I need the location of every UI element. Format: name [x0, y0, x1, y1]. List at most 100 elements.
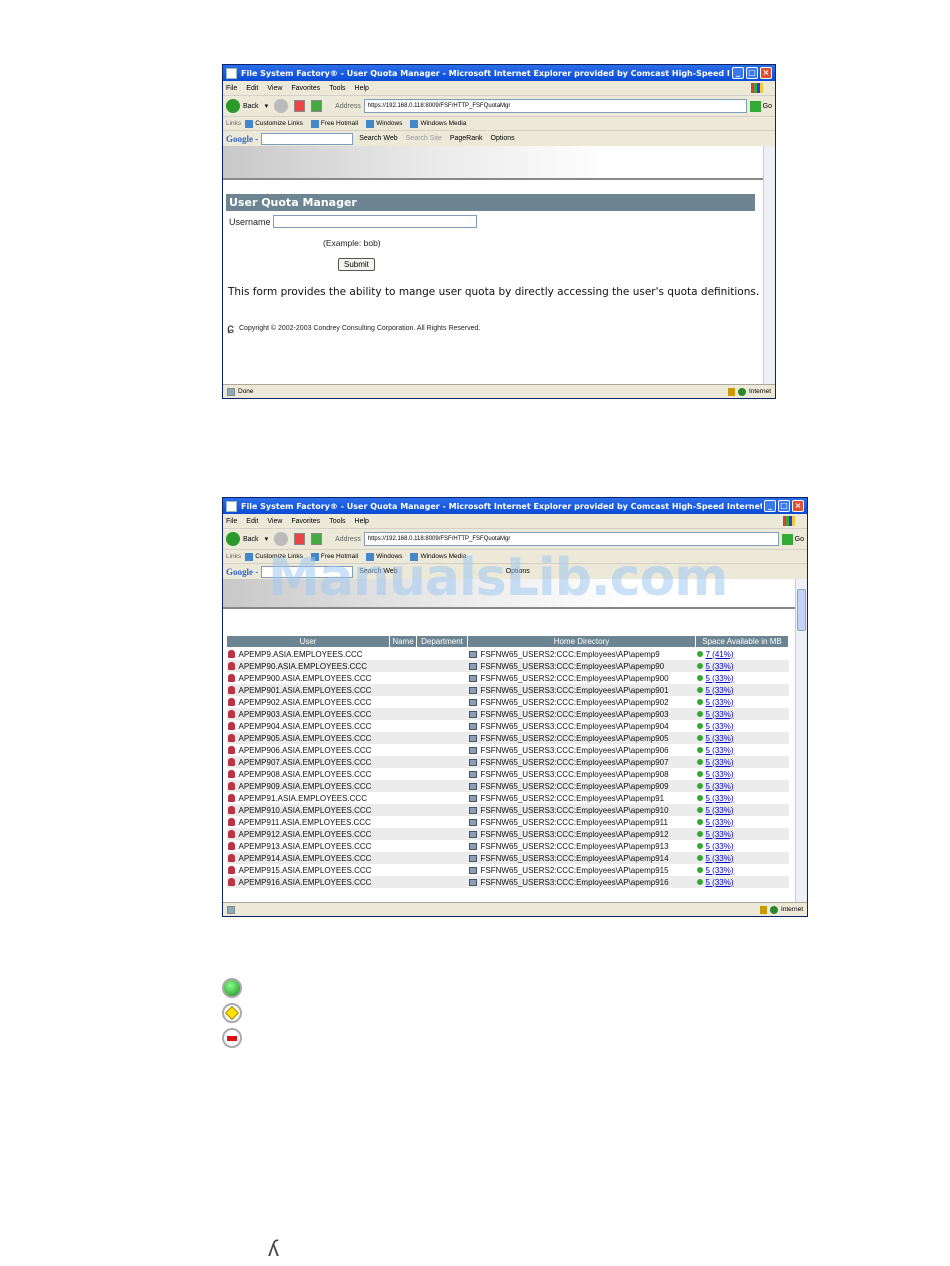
space-link[interactable]: 5 (33%)	[706, 878, 734, 887]
go-button[interactable]: Go	[795, 536, 804, 543]
cell-user[interactable]: APEMP9.ASIA.EMPLOYEES.CCC	[227, 648, 390, 661]
cell-user[interactable]: APEMP907.ASIA.EMPLOYEES.CCC	[226, 756, 390, 768]
cell-user[interactable]: APEMP911.ASIA.EMPLOYEES.CCC	[227, 816, 390, 828]
google-search-input[interactable]	[261, 565, 354, 578]
cell-user[interactable]: APEMP915.ASIA.EMPLOYEES.CCC	[227, 864, 390, 876]
cell-user[interactable]: APEMP906.ASIA.EMPLOYEES.CCC	[227, 744, 390, 756]
cell-space[interactable]: 5 (33%)	[696, 744, 789, 756]
back-arrow-icon[interactable]	[226, 99, 240, 113]
space-link[interactable]: 5 (33%)	[706, 866, 734, 875]
table-row[interactable]: APEMP914.ASIA.EMPLOYEES.CCC FSFNW65_USERS…	[226, 852, 789, 864]
maximize-button[interactable]: □	[778, 500, 790, 512]
google-search-site-button[interactable]: Search Site	[406, 135, 442, 142]
cell-space[interactable]: 5 (33%)	[695, 804, 789, 816]
space-link[interactable]: 5 (33%)	[706, 710, 734, 719]
cell-home-directory[interactable]: FSFNW65_USERS3:CCC:Employees\AP\apemp914	[467, 852, 696, 864]
table-row[interactable]: APEMP916.ASIA.EMPLOYEES.CCC FSFNW65_USERS…	[226, 876, 789, 888]
cell-home-directory[interactable]: FSFNW65_USERS2:CCC:Employees\AP\apemp915	[468, 864, 696, 876]
table-row[interactable]: APEMP91.ASIA.EMPLOYEES.CCC FSFNW65_USERS2…	[227, 792, 789, 804]
table-row[interactable]: APEMP906.ASIA.EMPLOYEES.CCC FSFNW65_USERS…	[227, 744, 789, 756]
cell-user[interactable]: APEMP914.ASIA.EMPLOYEES.CCC	[226, 852, 390, 864]
google-logo[interactable]: Google -	[226, 567, 258, 577]
cell-user[interactable]: APEMP916.ASIA.EMPLOYEES.CCC	[226, 876, 390, 888]
cell-space[interactable]: 5 (33%)	[696, 816, 789, 828]
cell-user[interactable]: APEMP910.ASIA.EMPLOYEES.CCC	[226, 804, 390, 816]
username-input[interactable]	[272, 215, 477, 228]
cell-user[interactable]: APEMP905.ASIA.EMPLOYEES.CCC	[226, 732, 390, 744]
cell-space[interactable]: 5 (33%)	[695, 852, 789, 864]
space-link[interactable]: 5 (33%)	[706, 818, 734, 827]
cell-home-directory[interactable]: FSFNW65_USERS2:CCC:Employees\AP\apemp909	[467, 780, 696, 792]
address-input[interactable]: https://192.168.0.118:8009/FSF/HTTP_FSFQ…	[363, 532, 779, 546]
space-link[interactable]: 5 (33%)	[706, 722, 734, 731]
table-row[interactable]: APEMP911.ASIA.EMPLOYEES.CCC FSFNW65_USERS…	[227, 816, 789, 828]
cell-space[interactable]: 5 (33%)	[695, 732, 789, 744]
menu-help[interactable]: Help	[355, 518, 369, 525]
title-bar[interactable]: File System Factory® - User Quota Manage…	[223, 498, 807, 514]
menu-edit[interactable]: Edit	[246, 518, 258, 525]
link-customize-links[interactable]: Customize Links	[245, 552, 303, 561]
minimize-button[interactable]: _	[732, 67, 744, 79]
space-link[interactable]: 5 (33%)	[706, 746, 734, 755]
minimize-button[interactable]: _	[764, 500, 776, 512]
cell-home-directory[interactable]: FSFNW65_USERS2:CCC:Employees\AP\apemp911	[468, 816, 696, 828]
table-row[interactable]: APEMP912.ASIA.EMPLOYEES.CCC FSFNW65_USERS…	[226, 828, 789, 840]
menu-favorites[interactable]: Favorites	[291, 518, 320, 525]
cell-home-directory[interactable]: FSFNW65_USERS2:CCC:Employees\AP\apemp903	[467, 708, 696, 720]
cell-home-directory[interactable]: FSFNW65_USERS3:CCC:Employees\AP\apemp904	[468, 720, 696, 732]
link-free-hotmail[interactable]: Free Hotmail	[310, 552, 358, 561]
table-row[interactable]: APEMP90.ASIA.EMPLOYEES.CCC FSFNW65_USERS3…	[226, 660, 789, 672]
table-row[interactable]: APEMP909.ASIA.EMPLOYEES.CCC FSFNW65_USERS…	[226, 780, 789, 792]
col-header-home-directory[interactable]: Home Directory	[467, 635, 696, 648]
space-link[interactable]: 5 (33%)	[706, 758, 734, 767]
cell-home-directory[interactable]: FSFNW65_USERS2:CCC:Employees\AP\apemp905	[467, 732, 696, 744]
forward-arrow-icon[interactable]	[274, 99, 289, 113]
cell-home-directory[interactable]: FSFNW65_USERS3:CCC:Employees\AP\apemp906	[468, 744, 696, 756]
cell-space[interactable]: 5 (33%)	[695, 876, 789, 888]
table-row[interactable]: APEMP907.ASIA.EMPLOYEES.CCC FSFNW65_USERS…	[226, 756, 789, 768]
space-link[interactable]: 5 (33%)	[706, 662, 734, 671]
link-windows-media[interactable]: Windows Media	[410, 119, 466, 128]
scrollbar-thumb[interactable]	[797, 589, 806, 631]
cell-space[interactable]: 5 (33%)	[695, 780, 789, 792]
close-button[interactable]: ×	[792, 500, 804, 512]
table-row[interactable]: APEMP915.ASIA.EMPLOYEES.CCC FSFNW65_USERS…	[227, 864, 789, 876]
cell-space[interactable]: 5 (33%)	[695, 660, 789, 672]
cell-space[interactable]: 5 (33%)	[695, 828, 789, 840]
space-link[interactable]: 5 (33%)	[706, 830, 734, 839]
cell-user[interactable]: APEMP900.ASIA.EMPLOYEES.CCC	[227, 672, 390, 684]
menu-view[interactable]: View	[267, 518, 282, 525]
stop-icon[interactable]	[294, 533, 306, 545]
table-row[interactable]: APEMP904.ASIA.EMPLOYEES.CCC FSFNW65_USERS…	[227, 720, 789, 732]
google-pagerank[interactable]: PageRank	[450, 135, 483, 142]
stop-icon[interactable]	[294, 100, 306, 112]
table-row[interactable]: APEMP900.ASIA.EMPLOYEES.CCC FSFNW65_USERS…	[227, 672, 789, 684]
google-search-web-button[interactable]: Search Web	[359, 135, 397, 142]
cell-home-directory[interactable]: FSFNW65_USERS2:CCC:Employees\AP\apemp913	[468, 840, 696, 852]
vertical-scrollbar[interactable]	[795, 579, 807, 902]
menu-view[interactable]: View	[267, 85, 282, 92]
close-button[interactable]: ×	[760, 67, 772, 79]
address-input[interactable]: https://192.168.0.118:8009/FSF/HTTP_FSFQ…	[363, 99, 747, 113]
cell-home-directory[interactable]: FSFNW65_USERS3:CCC:Employees\AP\apemp908	[468, 768, 696, 780]
link-free-hotmail[interactable]: Free Hotmail	[310, 119, 358, 128]
menu-edit[interactable]: Edit	[246, 85, 258, 92]
space-link[interactable]: 5 (33%)	[706, 698, 734, 707]
link-windows[interactable]: Windows	[366, 119, 402, 128]
google-options-button[interactable]: Options	[506, 568, 530, 575]
cell-space[interactable]: 5 (33%)	[696, 864, 789, 876]
space-link[interactable]: 5 (33%)	[706, 842, 734, 851]
cell-space[interactable]: 5 (33%)	[695, 684, 789, 696]
cell-user[interactable]: APEMP908.ASIA.EMPLOYEES.CCC	[227, 768, 390, 780]
go-arrow-icon[interactable]	[781, 533, 793, 545]
cell-space[interactable]: 5 (33%)	[696, 672, 789, 684]
title-bar[interactable]: File System Factory® - User Quota Manage…	[223, 65, 775, 81]
cell-user[interactable]: APEMP913.ASIA.EMPLOYEES.CCC	[227, 840, 390, 852]
space-link[interactable]: 7 (41%)	[706, 650, 734, 659]
table-row[interactable]: APEMP901.ASIA.EMPLOYEES.CCC FSFNW65_USERS…	[226, 684, 789, 696]
vertical-scrollbar[interactable]	[763, 146, 775, 384]
cell-user[interactable]: APEMP904.ASIA.EMPLOYEES.CCC	[227, 720, 390, 732]
back-button[interactable]: Back	[243, 536, 259, 543]
space-link[interactable]: 5 (33%)	[706, 674, 734, 683]
cell-home-directory[interactable]: FSFNW65_USERS3:CCC:Employees\AP\apemp901	[467, 684, 696, 696]
